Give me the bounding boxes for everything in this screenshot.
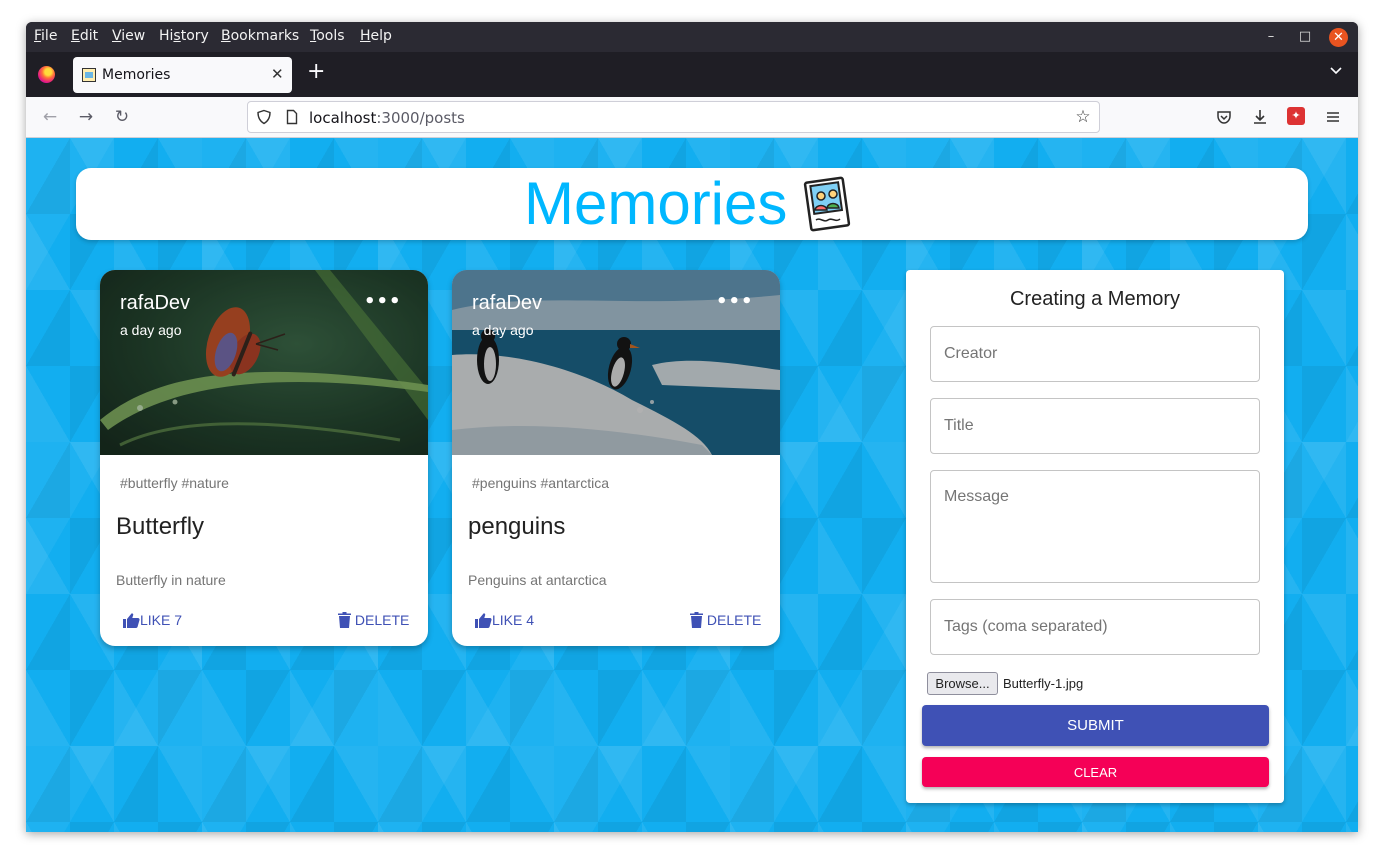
minimize-icon[interactable]: – — [1262, 28, 1280, 46]
post-time: a day ago — [120, 322, 182, 338]
url-text[interactable]: localhost:3000/posts — [309, 109, 465, 127]
tab-strip: Memories ✕ + — [26, 52, 1358, 97]
delete-label: DELETE — [354, 612, 410, 628]
tab-memories[interactable]: Memories ✕ — [73, 57, 292, 93]
more-options-icon[interactable]: ••• — [716, 293, 753, 318]
like-button[interactable]: LIKE 7 — [122, 612, 182, 632]
pocket-icon[interactable] — [1214, 107, 1234, 127]
menu-file[interactable]: File — [34, 28, 57, 44]
extension-icon[interactable]: ✦ — [1287, 107, 1305, 125]
clear-button[interactable]: CLEAR — [922, 757, 1269, 787]
navigation-bar: ← → ↻ localhost:3000/posts ☆ ✦ — [26, 97, 1358, 138]
favicon-icon — [82, 68, 96, 82]
menu-help[interactable]: Help — [360, 28, 392, 44]
more-options-icon[interactable]: ••• — [364, 293, 401, 318]
post-card: rafaDev a day ago ••• #penguins #antarct… — [452, 270, 780, 646]
post-message: Butterfly in nature — [116, 572, 226, 588]
post-message: Penguins at antarctica — [468, 572, 607, 588]
trash-icon — [338, 612, 351, 628]
new-tab-icon[interactable]: + — [307, 61, 325, 83]
delete-label: DELETE — [706, 612, 762, 628]
post-time: a day ago — [472, 322, 534, 338]
back-icon[interactable]: ← — [39, 106, 61, 128]
hamburger-menu-icon[interactable] — [1323, 107, 1343, 127]
thumb-up-icon — [123, 613, 140, 628]
title-input[interactable] — [930, 398, 1260, 454]
post-title: penguins — [468, 513, 566, 540]
post-tags: #penguins #antarctica — [472, 475, 609, 491]
menu-history[interactable]: History — [159, 28, 209, 44]
tab-title: Memories — [102, 67, 171, 83]
browse-button[interactable]: Browse... — [927, 672, 998, 695]
like-label: LIKE 4 — [492, 612, 535, 628]
forward-icon[interactable]: → — [75, 106, 97, 128]
menu-view[interactable]: View — [112, 28, 145, 44]
trash-icon — [690, 612, 703, 628]
reload-icon[interactable]: ↻ — [111, 106, 133, 128]
page-content: Memories rafaDev a day ago ••• #butterfl… — [26, 138, 1358, 832]
form-heading: Creating a Memory — [1009, 288, 1181, 310]
bookmark-star-icon[interactable]: ☆ — [1075, 109, 1091, 126]
file-name: Butterfly-1.jpg — [1003, 676, 1084, 691]
delete-button[interactable]: DELETE — [690, 612, 761, 632]
url-bar[interactable]: localhost:3000/posts ☆ — [247, 101, 1100, 133]
download-icon[interactable] — [1250, 107, 1270, 127]
create-memory-form: Creating a Memory Browse... Butterfly-1.… — [906, 270, 1284, 803]
creator-input[interactable] — [930, 326, 1260, 382]
page-icon[interactable] — [284, 109, 300, 125]
browser-window: File Edit View History Bookmarks Tools H… — [26, 22, 1358, 832]
delete-button[interactable]: DELETE — [338, 612, 409, 632]
menu-edit[interactable]: Edit — [71, 28, 98, 44]
maximize-icon[interactable]: □ — [1296, 28, 1314, 46]
firefox-icon[interactable] — [38, 66, 55, 83]
like-label: LIKE 7 — [140, 612, 183, 628]
app-title: Memories — [524, 170, 788, 237]
submit-button[interactable]: SUBMIT — [922, 705, 1269, 746]
tab-close-icon[interactable]: ✕ — [271, 65, 284, 83]
menu-tools[interactable]: Tools — [310, 28, 345, 44]
thumb-up-icon — [475, 613, 492, 628]
like-button[interactable]: LIKE 4 — [474, 612, 534, 632]
post-title: Butterfly — [116, 513, 205, 540]
message-input[interactable] — [930, 470, 1260, 583]
close-icon[interactable]: ✕ — [1329, 28, 1348, 47]
post-tags: #butterfly #nature — [120, 475, 229, 491]
post-card: rafaDev a day ago ••• #butterfly #nature… — [100, 270, 428, 646]
app-header: Memories — [76, 168, 1308, 240]
post-creator: rafaDev — [472, 292, 543, 314]
list-all-tabs-icon[interactable] — [1329, 64, 1343, 78]
menu-bookmarks[interactable]: Bookmarks — [221, 28, 299, 44]
post-creator: rafaDev — [120, 292, 191, 314]
menu-bar: File Edit View History Bookmarks Tools H… — [26, 22, 1358, 52]
memories-photo-icon — [803, 176, 851, 232]
shield-icon[interactable] — [256, 109, 272, 125]
tags-input[interactable] — [930, 599, 1260, 655]
